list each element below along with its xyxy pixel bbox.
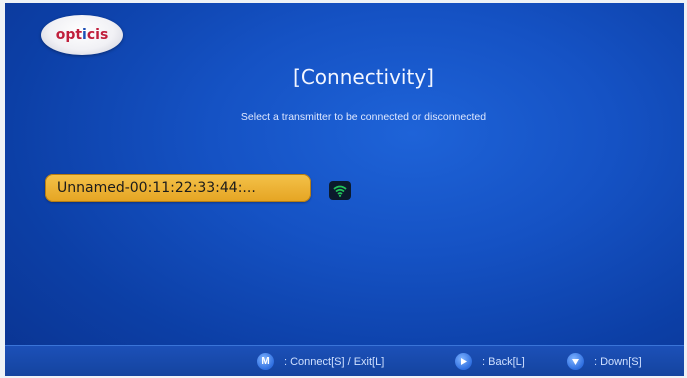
page-title: [Connectivity]: [293, 65, 434, 89]
m-key-icon: M: [257, 353, 274, 370]
hint-connect-exit-label: : Connect[S] / Exit[L]: [284, 355, 385, 368]
hint-down-label: : Down[S]: [594, 355, 642, 368]
opticis-logo: opticis: [41, 15, 123, 55]
footer-hint-bar: M : Connect[S] / Exit[L] : Back[L] : Dow…: [5, 345, 684, 376]
wifi-signal-icon: [329, 181, 351, 200]
hint-connect-exit: M : Connect[S] / Exit[L]: [257, 353, 384, 370]
down-arrow-key-icon: [567, 353, 584, 370]
hint-down: : Down[S]: [567, 353, 642, 370]
transmitter-item[interactable]: Unnamed-00:11:22:33:44:...: [45, 174, 311, 202]
logo-text: opticis: [55, 27, 109, 43]
right-arrow-key-icon: [455, 353, 472, 370]
hint-back-label: : Back[L]: [482, 355, 525, 368]
hint-back: : Back[L]: [455, 353, 525, 370]
osd-screen: opticis [Connectivity] Select a transmit…: [5, 3, 684, 376]
page-subtitle: Select a transmitter to be connected or …: [240, 111, 487, 123]
